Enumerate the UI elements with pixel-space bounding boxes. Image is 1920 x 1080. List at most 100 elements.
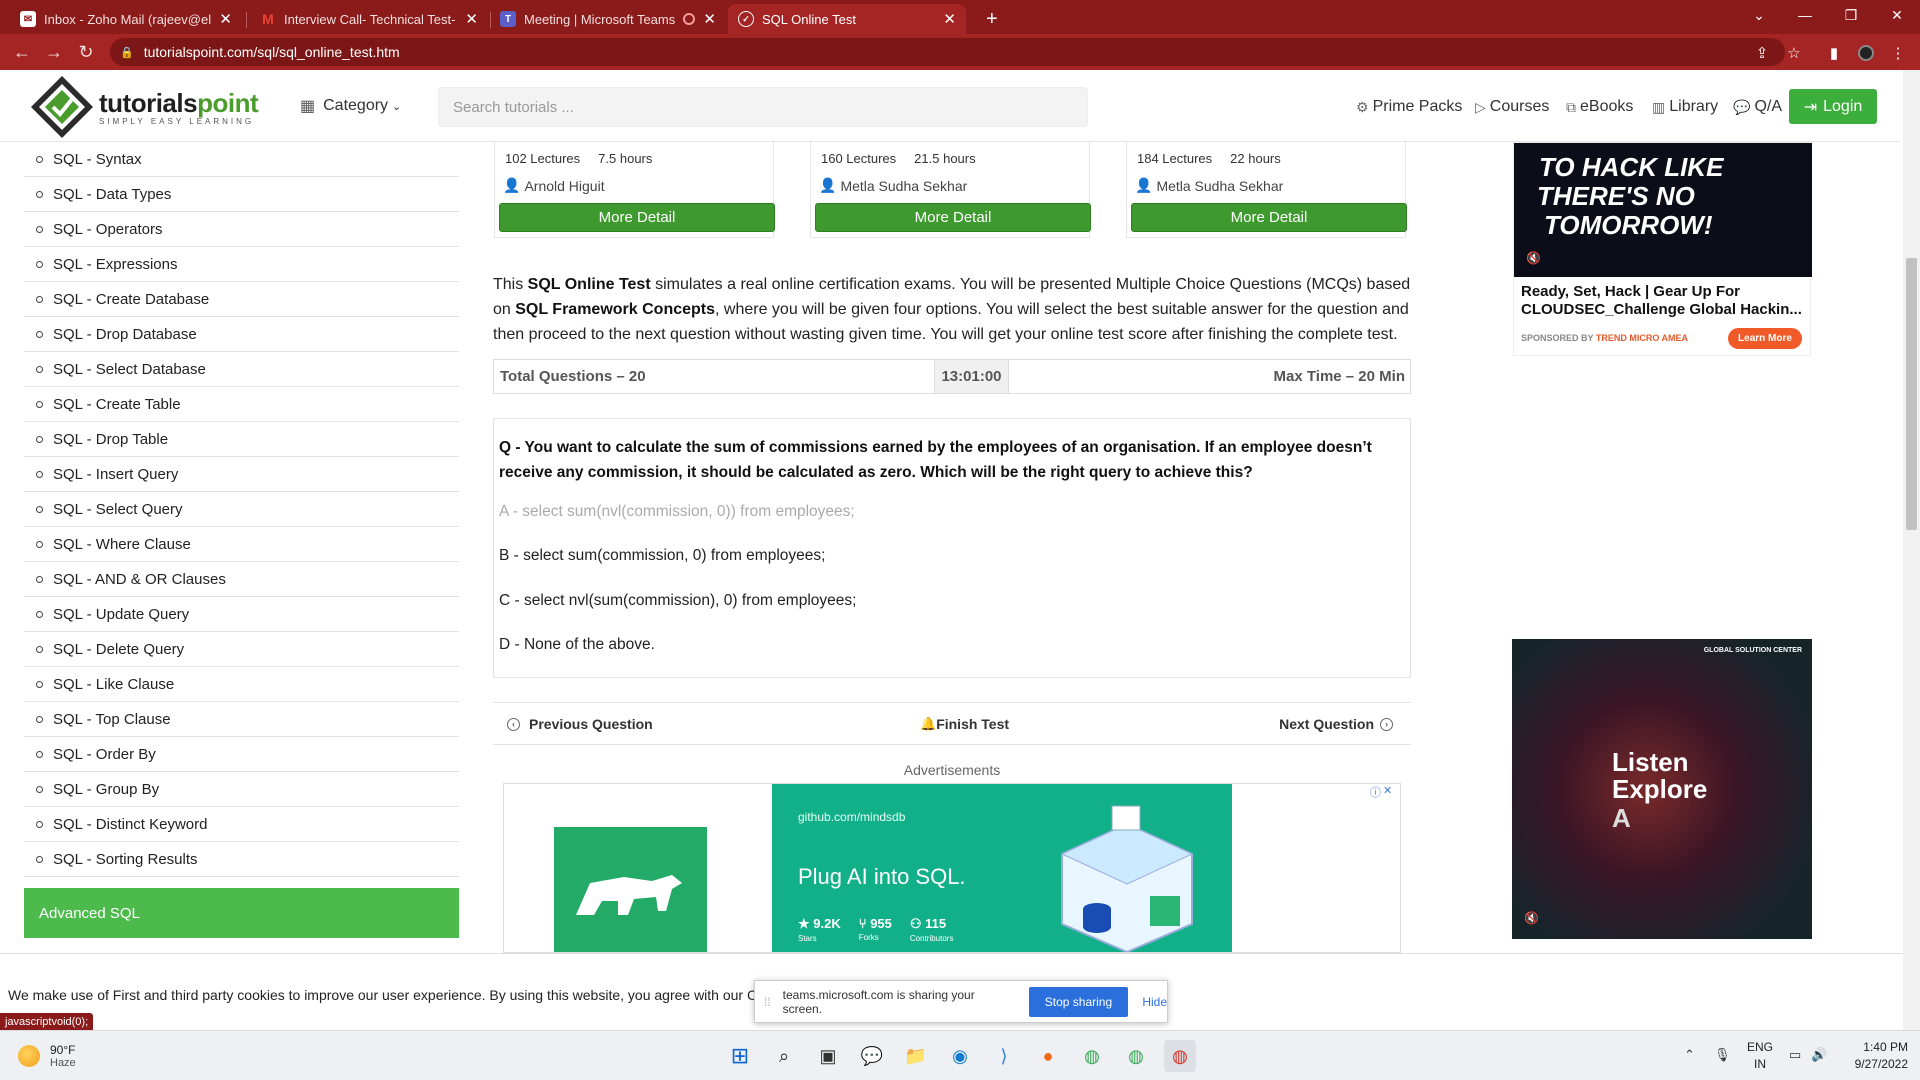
search-input[interactable]: [438, 87, 1088, 127]
scrollbar-thumb[interactable]: [1906, 258, 1917, 530]
next-question-button[interactable]: Next Question ›: [1279, 716, 1393, 732]
mute-icon[interactable]: 🔇: [1524, 911, 1539, 925]
vscode-icon[interactable]: ⟩: [988, 1040, 1020, 1072]
sidebar-section-advanced-sql[interactable]: Advanced SQL: [24, 888, 459, 938]
category-dropdown[interactable]: ▦ Category ⌄: [300, 96, 401, 116]
weather-condition: Haze: [50, 1057, 76, 1069]
profile-avatar[interactable]: [1855, 42, 1877, 64]
option-b[interactable]: B - select sum(commission, 0) from emplo…: [499, 547, 825, 565]
sidebar-item-operators[interactable]: SQL - Operators: [24, 212, 459, 247]
sidebar-item-distinct-keyword[interactable]: SQL - Distinct Keyword: [24, 807, 459, 842]
logo-tagline: SIMPLY EASY LEARNING: [99, 117, 255, 126]
close-tab-icon[interactable]: ✕: [943, 10, 956, 28]
option-c[interactable]: C - select nvl(sum(commission), 0) from …: [499, 592, 856, 610]
ad-choices-close[interactable]: ⓘ ✕: [1370, 784, 1398, 800]
chrome-profile-1-icon[interactable]: ◍: [1076, 1040, 1108, 1072]
more-detail-button[interactable]: More Detail: [1131, 203, 1407, 232]
teams-chat-icon[interactable]: 💬: [856, 1040, 888, 1072]
sidebar-item-delete-query[interactable]: SQL - Delete Query: [24, 632, 459, 667]
nav-prime-packs[interactable]: ⚙ Prime Packs: [1356, 98, 1462, 116]
windows-start-icon[interactable]: ⊞: [724, 1040, 756, 1072]
option-a[interactable]: A - select sum(nvl(commission, 0)) from …: [499, 503, 855, 521]
task-view-icon[interactable]: ▣: [812, 1040, 844, 1072]
microphone-icon[interactable]: 🎙: [1714, 1047, 1731, 1063]
sidebar-item-syntax[interactable]: SQL - Syntax: [24, 142, 459, 177]
display-icon[interactable]: ▭: [1789, 1047, 1801, 1063]
sidebar-item-group-by[interactable]: SQL - Group By: [24, 772, 459, 807]
page-scrollbar[interactable]: [1903, 70, 1920, 1030]
firefox-icon[interactable]: ●: [1032, 1040, 1064, 1072]
search-icon[interactable]: ⌕: [768, 1040, 800, 1072]
sidebar-ad-hackathon[interactable]: TO HACK LIKE THERE'S NO TOMORROW! 🔇 Read…: [1513, 142, 1812, 356]
sidebar-item-create-table[interactable]: SQL - Create Table: [24, 387, 459, 422]
sidebar-item-select-database[interactable]: SQL - Select Database: [24, 352, 459, 387]
sidebar-item-drop-table[interactable]: SQL - Drop Table: [24, 422, 459, 457]
chrome-profile-2-icon[interactable]: ◍: [1120, 1040, 1152, 1072]
hide-button[interactable]: Hide: [1142, 995, 1167, 1009]
bullet-icon: [36, 365, 43, 373]
option-d[interactable]: D - None of the above.: [499, 636, 655, 654]
tab-sql-online-test[interactable]: ✓ SQL Online Test ✕: [728, 4, 966, 34]
lock-icon[interactable]: 🔒: [120, 46, 134, 59]
more-detail-button[interactable]: More Detail: [499, 203, 775, 232]
nav-qa[interactable]: 💬 Q/A: [1733, 98, 1782, 116]
nav-ebooks[interactable]: ⧉ eBooks: [1566, 98, 1633, 116]
share-icon[interactable]: ⇪: [1751, 42, 1773, 64]
nav-courses[interactable]: ▷ Courses: [1475, 98, 1549, 116]
edge-icon[interactable]: ◉: [944, 1040, 976, 1072]
sidebar-item-select-query[interactable]: SQL - Select Query: [24, 492, 459, 527]
reload-icon[interactable]: ↻: [74, 40, 98, 64]
sidebar-item-top-clause[interactable]: SQL - Top Clause: [24, 702, 459, 737]
volume-icon[interactable]: 🔊: [1811, 1047, 1827, 1063]
close-tab-icon[interactable]: ✕: [703, 10, 716, 28]
language-indicator[interactable]: ENG IN: [1747, 1039, 1773, 1073]
sidebar-ad-video[interactable]: GLOBAL SOLUTION CENTER Listen Explore A …: [1512, 639, 1812, 939]
file-explorer-icon[interactable]: 📁: [900, 1040, 932, 1072]
drag-handle-icon[interactable]: ⁞⁞: [764, 995, 771, 1009]
taskbar-clock[interactable]: 1:40 PM 9/27/2022: [1855, 1039, 1908, 1073]
tray-overflow-icon[interactable]: ⌃: [1684, 1047, 1695, 1063]
close-tab-icon[interactable]: ✕: [465, 10, 478, 28]
sidebar-item-order-by[interactable]: SQL - Order By: [24, 737, 459, 772]
finish-test-button[interactable]: 🔔 Finish Test: [920, 716, 1009, 732]
nav-library[interactable]: ▥ Library: [1652, 98, 1718, 116]
previous-question-button[interactable]: ‹ Previous Question: [507, 716, 653, 732]
tab-gmail[interactable]: M Interview Call- Technical Test- La ✕: [250, 4, 488, 34]
forward-icon[interactable]: →: [42, 40, 66, 64]
restore-icon[interactable]: ❐: [1828, 0, 1874, 30]
weather-widget[interactable]: 90°F Haze: [18, 1043, 76, 1069]
sidebar-item-like-clause[interactable]: SQL - Like Clause: [24, 667, 459, 702]
url-bar[interactable]: 🔒 tutorialspoint.com/sql/sql_online_test…: [110, 38, 1785, 66]
ad-banner[interactable]: github.com/mindsdb Plug AI into SQL. ★ 9…: [503, 783, 1401, 953]
browser-menu-icon[interactable]: ⋮: [1887, 42, 1909, 64]
ad-video[interactable]: TO HACK LIKE THERE'S NO TOMORROW! 🔇: [1514, 143, 1812, 277]
sidebar-item-where-clause[interactable]: SQL - Where Clause: [24, 527, 459, 562]
chrome-active-icon[interactable]: ◍: [1164, 1040, 1196, 1072]
sidebar-item-drop-database[interactable]: SQL - Drop Database: [24, 317, 459, 352]
sidebar-item-insert-query[interactable]: SQL - Insert Query: [24, 457, 459, 492]
sidebar-item-create-database[interactable]: SQL - Create Database: [24, 282, 459, 317]
sidebar-item-data-types[interactable]: SQL - Data Types: [24, 177, 459, 212]
sidebar-item-sorting-results[interactable]: SQL - Sorting Results: [24, 842, 459, 877]
login-button[interactable]: ⇥ Login: [1789, 89, 1877, 124]
more-detail-button[interactable]: More Detail: [815, 203, 1091, 232]
stop-sharing-button[interactable]: Stop sharing: [1028, 986, 1129, 1017]
tab-search-icon[interactable]: ⌄: [1736, 0, 1782, 30]
sidebar-item-and-or-clauses[interactable]: SQL - AND & OR Clauses: [24, 562, 459, 597]
tab-teams[interactable]: T Meeting | Microsoft Teams ✕: [490, 4, 726, 34]
side-panel-icon[interactable]: ▮: [1823, 42, 1845, 64]
minimize-icon[interactable]: —: [1782, 0, 1828, 30]
bookmark-star-icon[interactable]: ☆: [1783, 42, 1805, 64]
tab-zoho-mail[interactable]: ✉ Inbox - Zoho Mail (rajeev@electr ✕: [10, 4, 242, 34]
new-tab-button[interactable]: +: [976, 4, 1006, 34]
sidebar-item-expressions[interactable]: SQL - Expressions: [24, 247, 459, 282]
back-icon[interactable]: ←: [10, 40, 34, 64]
sidebar-item-update-query[interactable]: SQL - Update Query: [24, 597, 459, 632]
close-window-icon[interactable]: ✕: [1874, 0, 1920, 30]
ad-title: Ready, Set, Hack | Gear Up For CLOUDSEC_…: [1521, 283, 1802, 318]
ad-promo-panel[interactable]: github.com/mindsdb Plug AI into SQL. ★ 9…: [772, 784, 1232, 952]
site-logo[interactable]: tutorialspoint SIMPLY EASY LEARNING: [27, 72, 282, 142]
mute-icon[interactable]: 🔇: [1526, 251, 1541, 265]
close-tab-icon[interactable]: ✕: [219, 10, 232, 28]
learn-more-button[interactable]: Learn More: [1728, 328, 1802, 349]
